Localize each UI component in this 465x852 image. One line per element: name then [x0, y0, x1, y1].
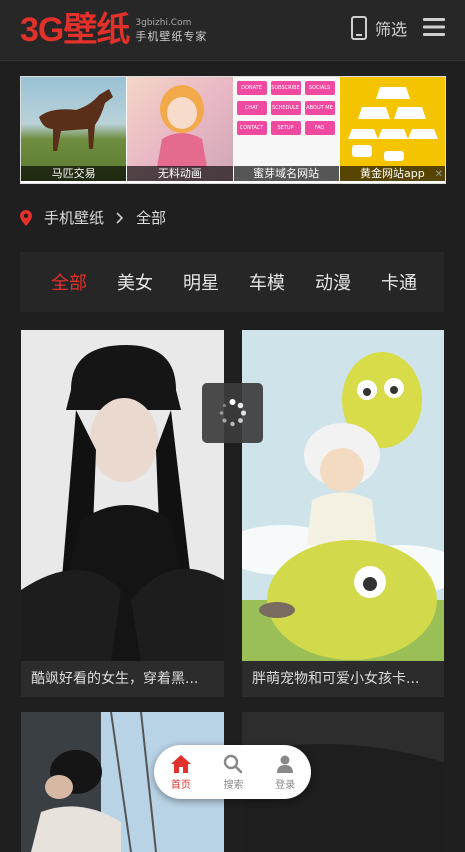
ad-horse[interactable]: 马匹交易	[21, 77, 128, 181]
ad-caption: 马匹交易	[21, 166, 127, 181]
ad-anime[interactable]: 无料动画	[127, 77, 234, 181]
category-tabs: 全部 美女 明星 车模 动漫 卡通 爱	[20, 252, 444, 312]
wallpaper-image	[242, 330, 444, 661]
filter-label: 筛选	[374, 20, 407, 39]
nav-login-label: 登录	[275, 779, 296, 791]
user-icon	[277, 755, 294, 773]
ad-banner: 马匹交易 无料动画 DONATE SUBSCRIBE SOCIALS CHAT …	[20, 76, 446, 184]
close-icon[interactable]: ✕	[435, 169, 443, 180]
tab-love[interactable]: 爱	[432, 269, 444, 295]
breadcrumb-current: 全部	[136, 209, 167, 227]
ad-caption: 黄金网站app	[339, 166, 445, 181]
wallpaper-image	[21, 330, 224, 661]
nav-home[interactable]: 首页	[170, 754, 192, 791]
tab-celebrity[interactable]: 明星	[168, 269, 234, 295]
loading-spinner	[202, 383, 263, 443]
filter-button[interactable]: 筛选	[350, 16, 407, 40]
app-header: 3G壁纸 3gbizhi.Com 手机壁纸专家 筛选	[0, 0, 465, 61]
site-logo[interactable]: 3G壁纸 3gbizhi.Com 手机壁纸专家	[20, 12, 207, 48]
tab-car-model[interactable]: 车模	[234, 269, 300, 295]
spinner-icon	[219, 399, 247, 427]
ad-tag: SOCIALS	[304, 81, 335, 95]
ad-tag: DONATE	[236, 81, 267, 95]
wallpaper-card[interactable]: 酷飒好看的女生，穿着黑...	[21, 330, 224, 697]
menu-icon[interactable]	[423, 17, 445, 37]
nav-home-label: 首页	[170, 779, 191, 791]
ad-tag: ABOUT ME	[304, 101, 335, 115]
ad-tag: SCHEDULE	[270, 101, 301, 115]
tab-all[interactable]: 全部	[20, 269, 102, 295]
search-icon	[224, 754, 243, 773]
breadcrumb: 手机壁纸 全部	[20, 207, 166, 228]
ad-domain[interactable]: DONATE SUBSCRIBE SOCIALS CHAT RULES SCHE…	[233, 77, 340, 181]
nav-login[interactable]: 登录	[275, 754, 295, 791]
wallpaper-card[interactable]: 胖萌宠物和可爱小女孩卡...	[242, 330, 444, 697]
bottom-nav: 首页 搜索 登录	[154, 745, 311, 799]
logo-mark: 3G壁纸	[20, 11, 130, 49]
tab-cartoon[interactable]: 卡通	[366, 269, 432, 295]
ad-caption: 无料动画	[127, 166, 233, 181]
logo-slogan: 手机壁纸专家	[135, 30, 208, 43]
ad-tag: FAQ	[304, 121, 335, 135]
breadcrumb-home[interactable]: 手机壁纸	[44, 207, 104, 228]
nav-search-label: 搜索	[223, 779, 244, 791]
ad-caption: 蜜芽域名网站	[233, 166, 339, 181]
chevron-right-icon	[116, 211, 124, 224]
horse-image	[39, 89, 113, 151]
phone-icon	[350, 16, 367, 40]
wallpaper-title: 酷飒好看的女生，穿着黑...	[21, 661, 224, 697]
ad-tag: SUBSCRIBE	[270, 81, 301, 95]
location-pin-icon	[20, 209, 32, 226]
tab-beauty[interactable]: 美女	[102, 269, 168, 295]
ad-tag: SETUP	[270, 121, 301, 135]
wallpaper-title: 胖萌宠物和可爱小女孩卡...	[242, 661, 444, 697]
nav-search[interactable]: 搜索	[223, 754, 243, 791]
logo-domain: 3gbizhi.Com	[135, 18, 192, 28]
ad-tag: CHAT RULES	[236, 101, 267, 125]
anime-girl-image	[157, 85, 208, 167]
tab-anime[interactable]: 动漫	[300, 269, 366, 295]
home-icon	[170, 754, 191, 773]
ad-tag: CONTACT	[236, 121, 267, 135]
gold-bars-image	[347, 87, 438, 161]
ad-gold[interactable]: 黄金网站app ✕	[339, 77, 445, 181]
